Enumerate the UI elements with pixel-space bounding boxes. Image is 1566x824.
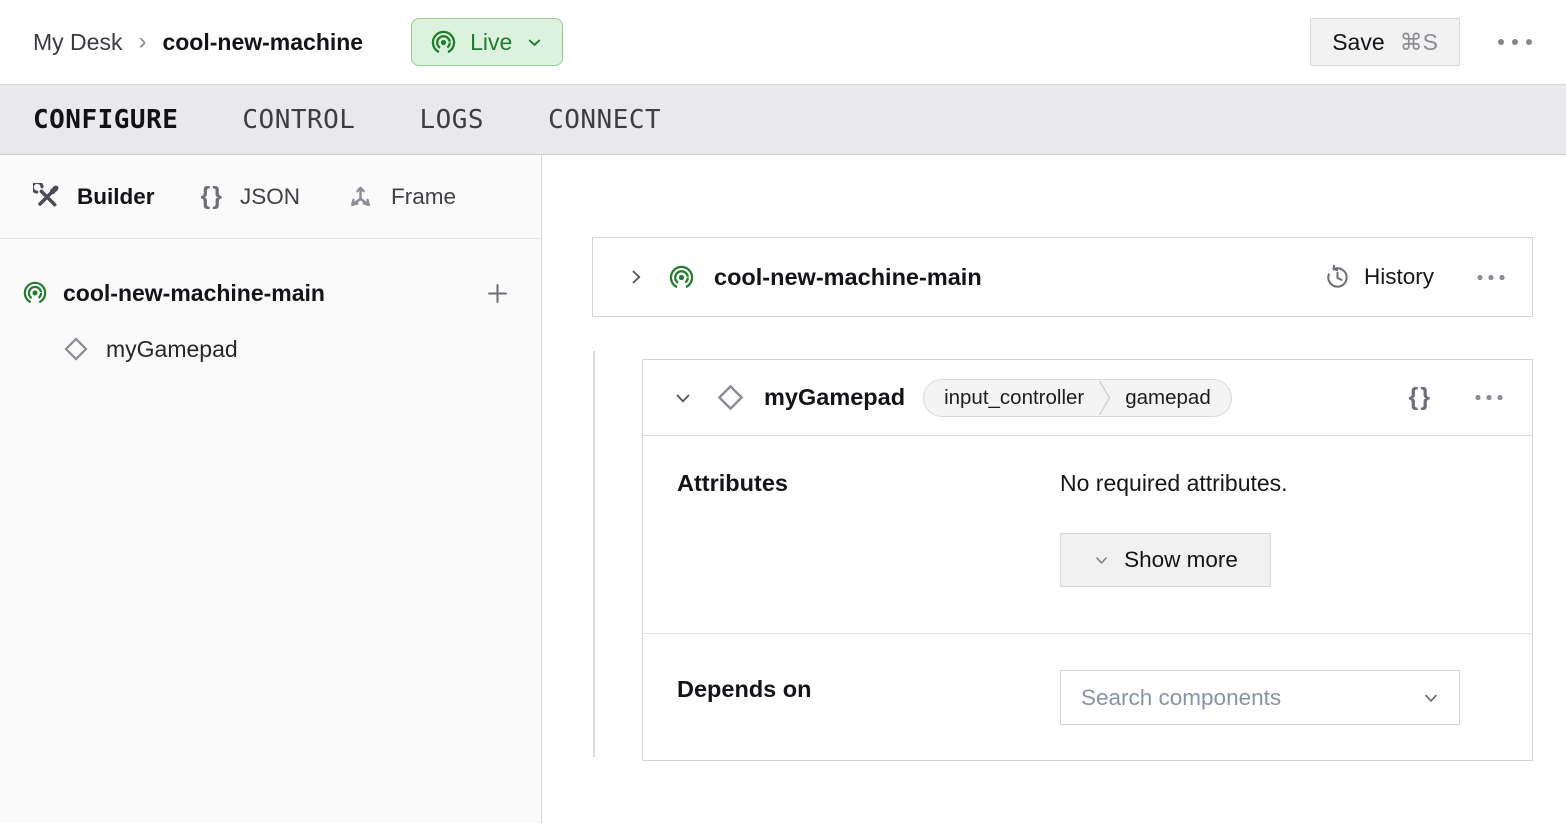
expand-chevron-right-icon[interactable]: [626, 267, 646, 287]
top-bar: My Desk › cool-new-machine Live Save ⌘S: [0, 0, 1566, 84]
attributes-empty-text: No required attributes.: [1060, 464, 1288, 497]
tab-logs[interactable]: LOGS: [419, 105, 484, 135]
history-button[interactable]: History: [1324, 264, 1434, 291]
component-card: myGamepad input_controller gamepad {} A: [642, 359, 1533, 761]
save-shortcut: ⌘S: [1400, 29, 1438, 56]
show-more-label: Show more: [1124, 547, 1238, 573]
tools-icon: [33, 183, 61, 211]
diamond-icon: [715, 382, 746, 413]
history-icon: [1324, 264, 1351, 291]
history-label: History: [1364, 264, 1434, 290]
tab-connect[interactable]: CONNECT: [548, 105, 661, 135]
component-tree: cool-new-machine-main myGamepad: [0, 239, 541, 373]
component-type-badge: input_controller gamepad: [923, 379, 1232, 417]
tree-item-component[interactable]: myGamepad: [22, 325, 519, 373]
view-json-label: JSON: [240, 184, 300, 210]
view-builder[interactable]: Builder: [33, 183, 155, 211]
depends-on-label: Depends on: [677, 670, 1060, 760]
view-builder-label: Builder: [77, 184, 155, 210]
breadcrumb: My Desk › cool-new-machine: [33, 28, 363, 56]
tree-item-label: cool-new-machine-main: [63, 280, 325, 307]
depends-on-placeholder: Search components: [1081, 685, 1281, 711]
chevron-down-icon: [1421, 688, 1441, 708]
chevron-down-icon: [1093, 552, 1110, 569]
add-component-button[interactable]: [480, 276, 515, 311]
broadcast-icon: [668, 264, 695, 291]
view-json[interactable]: {} JSON: [201, 182, 300, 211]
view-switcher: Builder {} JSON Frame: [0, 155, 541, 239]
collapse-chevron-down-icon[interactable]: [673, 388, 693, 408]
machine-part-title: cool-new-machine-main: [714, 264, 982, 291]
main-tab-bar: CONFIGURE CONTROL LOGS CONNECT: [0, 84, 1566, 155]
chevron-down-icon: [525, 33, 544, 52]
tab-control[interactable]: CONTROL: [242, 105, 355, 135]
component-type: input_controller: [944, 386, 1084, 410]
breadcrumb-separator-icon: ›: [138, 28, 146, 56]
save-button-label: Save: [1332, 29, 1384, 56]
part-card-menu-button[interactable]: [1474, 268, 1508, 287]
more-actions-button[interactable]: [1494, 32, 1536, 52]
broadcast-icon: [430, 29, 457, 56]
live-status-dropdown[interactable]: Live: [411, 18, 563, 66]
frame-axes-icon: [346, 182, 375, 211]
broadcast-icon: [22, 280, 48, 306]
attributes-section: Attributes No required attributes. Show …: [643, 436, 1532, 634]
view-frame-label: Frame: [391, 184, 456, 210]
app-window: My Desk › cool-new-machine Live Save ⌘S: [0, 0, 1566, 824]
save-button[interactable]: Save ⌘S: [1310, 18, 1460, 66]
tree-indent-guide: [593, 351, 595, 757]
depends-on-section: Depends on Search components: [643, 634, 1532, 760]
show-more-button[interactable]: Show more: [1060, 533, 1271, 587]
braces-icon: {}: [201, 182, 224, 211]
depends-on-select[interactable]: Search components: [1060, 670, 1460, 725]
config-main-panel: cool-new-machine-main History: [542, 155, 1566, 823]
breadcrumb-parent-link[interactable]: My Desk: [33, 29, 122, 56]
view-frame[interactable]: Frame: [346, 182, 456, 211]
component-card-menu-button[interactable]: [1472, 388, 1506, 407]
tree-item-label: myGamepad: [106, 336, 238, 363]
badge-divider-chevron-icon: [1098, 380, 1111, 416]
attributes-label: Attributes: [677, 464, 1060, 587]
component-model: gamepad: [1125, 386, 1210, 410]
breadcrumb-current: cool-new-machine: [162, 29, 363, 56]
tab-configure[interactable]: CONFIGURE: [33, 105, 178, 135]
tree-item-machine-part[interactable]: cool-new-machine-main: [22, 269, 519, 317]
machine-part-card: cool-new-machine-main History: [592, 237, 1533, 317]
diamond-icon: [62, 335, 90, 363]
component-title: myGamepad: [764, 384, 905, 411]
config-sidebar: Builder {} JSON Frame: [0, 155, 542, 823]
edit-json-button[interactable]: {}: [1409, 383, 1432, 412]
live-status-label: Live: [470, 29, 512, 56]
component-card-header: myGamepad input_controller gamepad {}: [643, 360, 1532, 436]
